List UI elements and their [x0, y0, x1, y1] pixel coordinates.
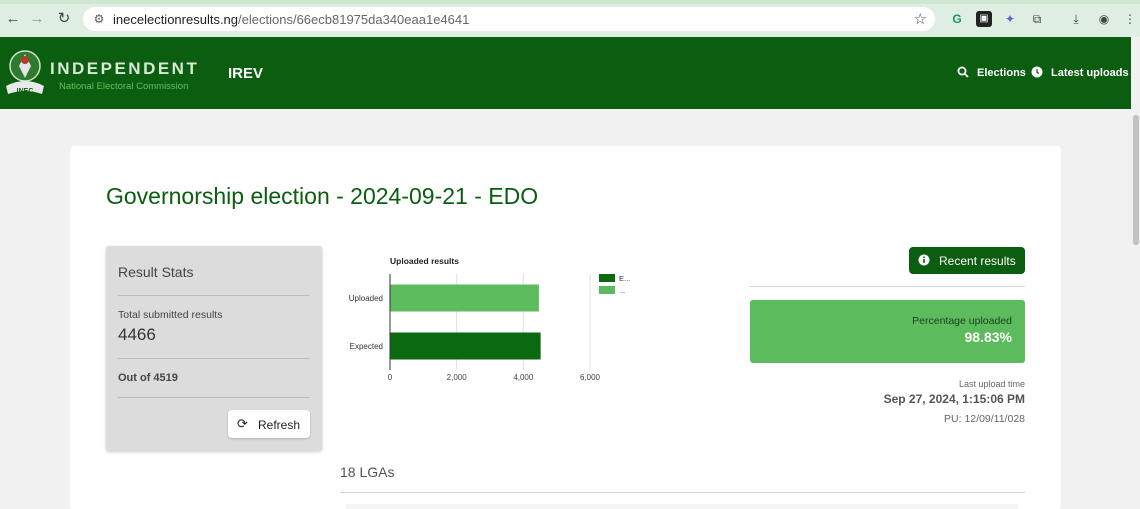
out-of-total: Out of 4519	[118, 372, 178, 384]
refresh-icon: ⟳	[237, 416, 248, 431]
nav-elections-label: Elections	[977, 67, 1026, 79]
bookmark-star-icon[interactable]: ☆	[914, 10, 927, 28]
uploaded-results-chart: Uploaded results 0 2,000 4,000 6,000 Uploaded…	[349, 256, 631, 382]
page-title: Governorship election - 2024-09-21 - EDO	[106, 183, 539, 209]
result-stats-title: Result Stats	[118, 264, 194, 280]
total-submitted-label: Total submitted results	[118, 309, 223, 321]
nav-latest-uploads[interactable]: Latest uploads	[1031, 66, 1129, 79]
total-submitted-value: 4466	[118, 325, 156, 344]
extensions-puzzle-icon[interactable]: ⧉	[1029, 11, 1045, 27]
legend-swatch	[599, 274, 615, 282]
percentage-uploaded-label: Percentage uploaded	[912, 315, 1012, 327]
y-category-label: Uploaded	[349, 294, 383, 303]
last-upload-time: Sep 27, 2024, 1:15:06 PM	[883, 392, 1025, 406]
app-name[interactable]: IREV	[228, 65, 263, 82]
reload-icon[interactable]: ↻	[55, 10, 73, 28]
refresh-label: Refresh	[258, 418, 301, 432]
tab-strip	[0, 0, 1140, 4]
legend-label: E...	[619, 274, 630, 283]
percentage-uploaded-box: Percentage uploaded 98.83%	[750, 300, 1025, 363]
refresh-button[interactable]: ⟳ Refresh	[228, 410, 310, 438]
forward-arrow-icon[interactable]: →	[28, 10, 46, 28]
inec-logo-icon[interactable]: INEC	[4, 46, 46, 100]
legend-swatch	[599, 286, 615, 294]
site-info-icon[interactable]: ⚙	[91, 11, 107, 27]
bar-uploaded	[390, 284, 539, 312]
x-tick-label: 0	[388, 373, 393, 382]
result-stats-panel: Result Stats Total submitted results 446…	[106, 246, 322, 451]
divider	[750, 286, 1025, 287]
info-icon	[918, 254, 930, 266]
percentage-uploaded-value: 98.83%	[964, 329, 1012, 345]
back-arrow-icon[interactable]: ←	[4, 10, 22, 28]
extension-icon[interactable]: ▣	[976, 11, 992, 27]
kebab-menu-icon[interactable]: ⋮	[1124, 11, 1136, 27]
y-category-label: Expected	[350, 342, 383, 351]
url-text: inecelectionresults.ng/elections/66ecb81…	[113, 12, 469, 27]
polling-unit-code[interactable]: PU: 12/09/11/028	[944, 413, 1025, 425]
nav-latest-uploads-label: Latest uploads	[1051, 67, 1129, 79]
bar-expected	[390, 332, 541, 360]
nav-elections[interactable]: Elections	[957, 66, 1026, 79]
divider	[118, 358, 310, 359]
page-scrollbar[interactable]	[1131, 37, 1140, 509]
x-tick-label: 6,000	[580, 373, 601, 382]
divider	[340, 492, 1025, 493]
lga-count: 18 LGAs	[340, 464, 395, 480]
url-domain: inecelectionresults.ng	[113, 12, 239, 27]
legend-label: ...	[619, 286, 625, 295]
grammarly-extension-icon[interactable]: G	[949, 11, 965, 27]
sparkle-extension-icon[interactable]: ✦	[1002, 11, 1018, 27]
last-upload-label: Last upload time	[958, 379, 1025, 389]
address-bar[interactable]: ⚙ inecelectionresults.ng/elections/66ecb…	[83, 7, 935, 31]
scrollbar-thumb[interactable]	[1133, 115, 1139, 245]
x-tick-label: 4,000	[513, 373, 534, 382]
lga-table-header	[346, 504, 1018, 509]
url-path: /elections/66ecb81975da340eaa1e4641	[238, 12, 470, 27]
browser-toolbar: ← → ↻ ⚙ inecelectionresults.ng/elections…	[0, 0, 1140, 37]
brand-subtitle: National Electoral Commission	[59, 81, 189, 92]
search-icon	[957, 66, 969, 78]
recent-results-label: Recent results	[939, 254, 1016, 268]
x-tick-label: 2,000	[447, 373, 468, 382]
logo-text: INEC	[17, 88, 34, 95]
divider	[118, 295, 310, 296]
divider	[118, 397, 310, 398]
chart-title: Uploaded results	[390, 256, 459, 266]
download-icon[interactable]: ⤓	[1068, 11, 1084, 27]
site-header: INEC INDEPENDENT National Electoral Comm…	[0, 37, 1137, 109]
recent-results-button[interactable]: Recent results	[909, 247, 1025, 274]
brand-title: INDEPENDENT	[50, 59, 200, 78]
profile-avatar-icon[interactable]: ◉	[1096, 11, 1112, 27]
clock-icon	[1031, 66, 1043, 78]
